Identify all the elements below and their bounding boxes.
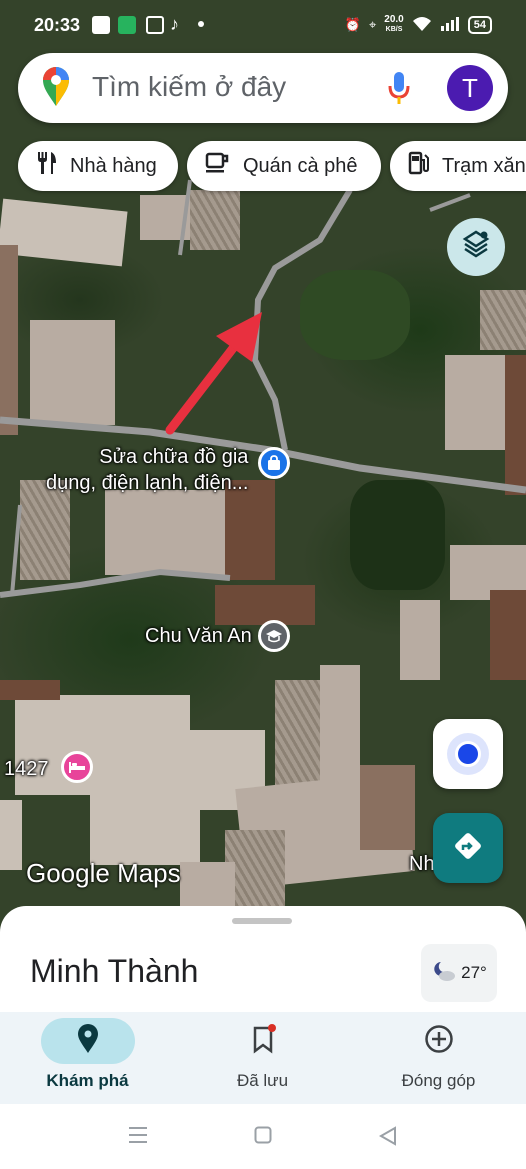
- dot-icon: [198, 21, 204, 27]
- capcut-icon: [146, 16, 164, 34]
- tab-label: Khám phá: [46, 1071, 129, 1090]
- wifi-icon: [412, 16, 432, 35]
- status-time: 20:33: [34, 15, 81, 35]
- chip-label: Quán cà phê: [243, 154, 358, 177]
- google-maps-pin-icon: [42, 67, 70, 112]
- recent-apps-icon[interactable]: [128, 1126, 148, 1149]
- mo-moi-app-icon: [92, 16, 110, 34]
- road: [0, 568, 231, 598]
- network-speed: 20.0 KB/S: [384, 15, 403, 35]
- tab-label: Đóng góp: [401, 1071, 476, 1090]
- tab-icon-pill: [40, 1018, 135, 1064]
- notification-dot: [267, 1024, 276, 1032]
- tab-icon-pill: [216, 1018, 310, 1064]
- chip-gas-stations[interactable]: Trạm xăng: [390, 141, 526, 191]
- directions-icon: [451, 829, 485, 868]
- bottom-sheet[interactable]: Minh Thành 27°: [0, 906, 526, 1014]
- place-label-hotel[interactable]: 1427: [4, 758, 49, 781]
- network-speed-unit: KB/S: [385, 26, 403, 33]
- chip-cafes[interactable]: Quán cà phê: [187, 141, 381, 191]
- layers-icon: [461, 230, 491, 265]
- avatar[interactable]: T: [447, 65, 493, 111]
- school-cap-icon[interactable]: [258, 620, 290, 652]
- drag-handle[interactable]: [232, 918, 292, 924]
- tab-label: Đã lưu: [236, 1071, 289, 1090]
- battery-indicator: 54: [467, 16, 492, 34]
- network-speed-value: 20.0: [384, 14, 404, 25]
- road: [10, 504, 22, 596]
- chip-label: Trạm xăng: [442, 154, 526, 177]
- hotel-bed-icon[interactable]: [61, 751, 93, 783]
- road: [178, 179, 192, 256]
- temperature: 27°: [461, 963, 487, 982]
- directions-button[interactable]: [433, 813, 503, 883]
- road: [251, 188, 353, 451]
- signal-icon: [440, 16, 460, 35]
- layers-button[interactable]: [447, 218, 505, 276]
- tab-explore[interactable]: Khám phá: [0, 1012, 175, 1104]
- fork-knife-icon: [36, 151, 70, 181]
- microphone-icon[interactable]: [388, 70, 410, 111]
- place-label-repair-shop[interactable]: Sửa chữa đồ gia dụng, điện lạnh, điện...: [46, 444, 248, 496]
- google-maps-logo: Google Maps: [26, 858, 181, 888]
- area-name: Minh Thành: [30, 953, 199, 989]
- back-icon[interactable]: [378, 1126, 398, 1151]
- location-icon: ⌖: [368, 17, 377, 32]
- shopping-bag-icon[interactable]: [258, 447, 290, 479]
- search-input[interactable]: Tìm kiếm ở đây: [92, 71, 286, 103]
- road: [429, 193, 471, 212]
- place-name-line2: dụng, điện lạnh, điện...: [46, 472, 249, 494]
- tab-icon-pill: [392, 1018, 486, 1064]
- tiktok-icon: ♪: [170, 14, 179, 34]
- search-bar[interactable]: Tìm kiếm ở đây T: [18, 53, 508, 123]
- chip-restaurants[interactable]: Nhà hàng: [18, 141, 178, 191]
- satellite-map[interactable]: 20:33 ♪ ⏰ ⌖ 20.0 KB/S 54 Tìm kiếm ở đây …: [0, 0, 526, 930]
- current-location-icon: [455, 741, 481, 767]
- place-label-school[interactable]: Chu Văn An: [145, 625, 252, 648]
- home-icon[interactable]: [254, 1126, 272, 1149]
- plus-circle-icon: [424, 1024, 454, 1059]
- alarm-icon: ⏰: [344, 17, 361, 32]
- bookmark-icon: [251, 1024, 276, 1056]
- bottom-navigation: Khám phá Đã lưu Đóng góp: [0, 1012, 526, 1104]
- chip-label: Nhà hàng: [70, 154, 157, 177]
- system-navigation-bar: [0, 1104, 526, 1169]
- coffee-cup-icon: [205, 152, 243, 180]
- tab-contribute[interactable]: Đóng góp: [351, 1012, 526, 1104]
- moon-cloud-icon: [431, 960, 457, 987]
- my-location-button[interactable]: [433, 719, 503, 789]
- status-bar: 20:33 ♪ ⏰ ⌖ 20.0 KB/S 54: [0, 0, 526, 50]
- weather-badge[interactable]: 27°: [421, 944, 497, 1002]
- location-pin-icon: [77, 1023, 99, 1059]
- gas-pump-icon: [408, 151, 442, 181]
- status-icons: ⏰ ⌖ 20.0 KB/S 54: [345, 15, 492, 35]
- red-arrow: [165, 312, 262, 435]
- place-name-line1: Sửa chữa đồ gia: [99, 446, 249, 468]
- tab-saved[interactable]: Đã lưu: [175, 1012, 350, 1104]
- calendar-app-icon: [118, 16, 136, 34]
